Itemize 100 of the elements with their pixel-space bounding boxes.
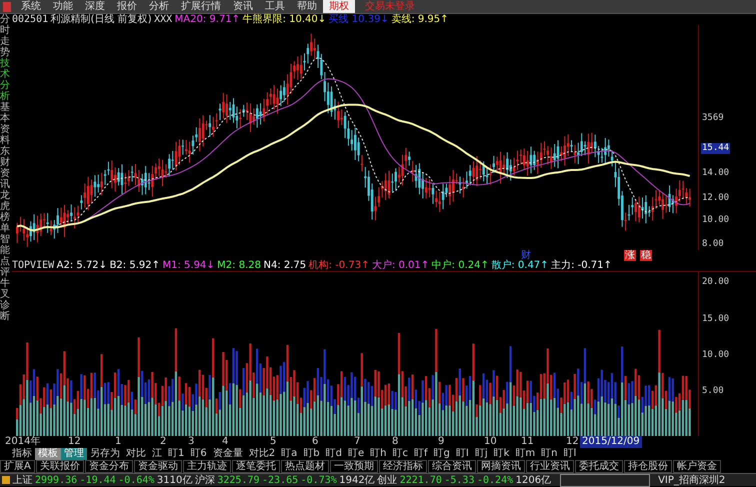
indicator-reading: A2: 5.72↓ <box>56 260 108 271</box>
indicator-tab[interactable]: 江 <box>149 448 165 460</box>
axis-label: 12.00 <box>701 193 730 204</box>
indicator-tab[interactable]: 盯e <box>344 448 368 460</box>
menu-item[interactable]: 系统 <box>15 0 47 13</box>
date-label: 1 <box>115 436 122 448</box>
indicator-reading: 大户: 0.01↑ <box>372 260 430 271</box>
indicator-tab[interactable]: 盯f <box>410 448 431 460</box>
extension-tab[interactable]: 持仓股份 <box>624 460 672 473</box>
sidebar-tab[interactable]: 智能点评 <box>0 234 10 278</box>
indicator-tab[interactable]: 指标 <box>9 448 35 460</box>
event-marker[interactable]: 财 <box>520 250 532 261</box>
menu-icon[interactable] <box>3 2 11 12</box>
indicator-reading: 中户: 0.24↑ <box>432 260 489 271</box>
stock-title: 利源精制(日线 前复权) <box>50 14 152 25</box>
indicator-tab[interactable]: 盯n <box>538 448 560 460</box>
index-amount: 1942亿 <box>339 474 375 486</box>
date-label: 11 <box>521 436 534 448</box>
event-marker[interactable]: 涨 <box>624 250 636 261</box>
indicator-reading: N4: 2.75 <box>263 260 306 271</box>
indicator-tab[interactable]: 盯a <box>278 448 300 460</box>
stock-code: 002501 <box>12 14 48 25</box>
indicator-tab[interactable]: 盯b <box>300 448 323 460</box>
menu-item[interactable]: 扩展行情 <box>175 0 227 13</box>
index-change: -5.33 <box>444 474 474 486</box>
indicator-tab[interactable]: 盯l <box>560 448 580 460</box>
extension-tab[interactable]: 经济指标 <box>378 460 427 473</box>
index-percent: -0.64% <box>118 474 154 486</box>
date-label: 4 <box>222 436 228 448</box>
index-change: -19.44 <box>80 474 116 486</box>
sidebar-tab[interactable]: 技术分析 <box>0 58 10 102</box>
axis-label: 14.00 <box>701 168 730 179</box>
indicator-tab[interactable]: 盯1 <box>165 448 188 460</box>
axis-label: 10.00 <box>701 350 730 361</box>
axis-label: 3569 <box>701 113 725 124</box>
menu-item[interactable]: 分析 <box>143 0 175 13</box>
indicator-reading: B2: 5.92↑ <box>110 260 160 271</box>
extension-tab[interactable]: 资金驱动 <box>134 460 182 473</box>
date-label: 9 <box>438 436 444 448</box>
indicator-tab[interactable]: 模板 <box>35 448 61 460</box>
extension-tab[interactable]: 网摘资讯 <box>476 460 525 473</box>
index-name: 上证 <box>12 474 32 486</box>
indicator-tab[interactable]: 盯I <box>452 448 472 460</box>
sidebar-tab[interactable]: 龙虎榜单 <box>0 190 10 234</box>
indicator-reading: 买线 10.39↓ <box>328 14 389 25</box>
sidebar-tab[interactable]: 东财资讯 <box>0 146 10 190</box>
event-marker[interactable]: 稳 <box>640 250 652 261</box>
index-percent: -0.24% <box>476 474 514 486</box>
server-name: VIP_招商深圳2 <box>658 474 726 486</box>
index-value: 3225.79 <box>217 474 260 486</box>
indicator-tab[interactable]: 对比2 <box>246 448 278 460</box>
extension-tab[interactable]: 热点题材 <box>280 460 329 473</box>
indicator-reading: 机构: -0.73↑ <box>308 260 370 271</box>
date-label: 6 <box>312 436 318 448</box>
indicator-reading: 牛熊界限: 10.40↓ <box>242 14 326 25</box>
indicator-reading: M1: 5.94↓ <box>162 260 215 271</box>
index-value: 2999.36 <box>35 474 78 486</box>
menu-item[interactable]: 帮助 <box>291 0 323 13</box>
indicator-reading: 卖线: 9.95↑ <box>391 14 449 25</box>
extension-tab[interactable]: 行业资讯 <box>526 460 574 473</box>
menu-item[interactable]: 期权 <box>323 0 355 13</box>
extension-tab[interactable]: 主力轨迹 <box>182 460 231 473</box>
sidebar-tab[interactable]: 牛叉诊断 <box>0 278 10 322</box>
indicator-tab[interactable]: 盯k <box>490 448 512 460</box>
indicator-tab[interactable]: 对比 <box>123 448 149 460</box>
sidebar-tab[interactable]: 分时走势 <box>0 14 10 58</box>
indicator-tab[interactable]: 盯c <box>389 448 411 460</box>
index-name: 沪深 <box>194 474 215 486</box>
extension-tab[interactable]: 委托成交 <box>574 460 623 473</box>
indicator-tab[interactable]: 管理 <box>61 448 87 460</box>
extension-tab[interactable]: 帐户资金 <box>672 460 721 473</box>
index-name: 创业 <box>377 474 398 486</box>
menu-item[interactable]: 报价 <box>111 0 143 13</box>
indicator-tab[interactable]: 盯j <box>472 448 491 460</box>
indicator-tab[interactable]: 盯d <box>322 448 345 460</box>
indicator-reading: 散户: 0.47↑ <box>491 260 549 271</box>
menu-item[interactable]: 资讯 <box>227 0 259 13</box>
date-label: 10 <box>484 436 497 448</box>
indicator-tab[interactable]: 另存为 <box>87 448 123 460</box>
indicator-tab[interactable]: 盯g <box>430 448 453 460</box>
indicator-tab[interactable]: 盯h <box>367 448 390 460</box>
extension-tab[interactable]: 综合资讯 <box>428 460 476 473</box>
sidebar-tab[interactable]: 基本资料 <box>0 102 10 146</box>
index-icon <box>2 476 10 484</box>
axis-label: 8.00 <box>701 239 725 250</box>
menu-item[interactable]: 深度 <box>79 0 111 13</box>
indicator-tab[interactable]: 盯m <box>512 448 538 460</box>
indicator-tab[interactable]: 盯6 <box>187 448 210 460</box>
menu-item[interactable]: 功能 <box>47 0 79 13</box>
extension-tab[interactable]: 一致预期 <box>330 460 378 473</box>
extension-tab[interactable]: 资金分布 <box>84 460 133 473</box>
date-label: 2014年 <box>5 436 40 448</box>
indicator-reading: 主力: -0.71↑ <box>551 260 612 271</box>
extension-tab[interactable]: 逐笔委托 <box>232 460 280 473</box>
menu-item[interactable]: 工具 <box>259 0 291 13</box>
axis-label: 15.00 <box>701 314 730 325</box>
extension-tab[interactable]: 关联报价 <box>36 460 84 473</box>
extension-tab[interactable]: 扩展A <box>0 460 35 473</box>
date-label: 5 <box>270 436 276 448</box>
indicator-tab[interactable]: 资金量 <box>210 448 246 460</box>
